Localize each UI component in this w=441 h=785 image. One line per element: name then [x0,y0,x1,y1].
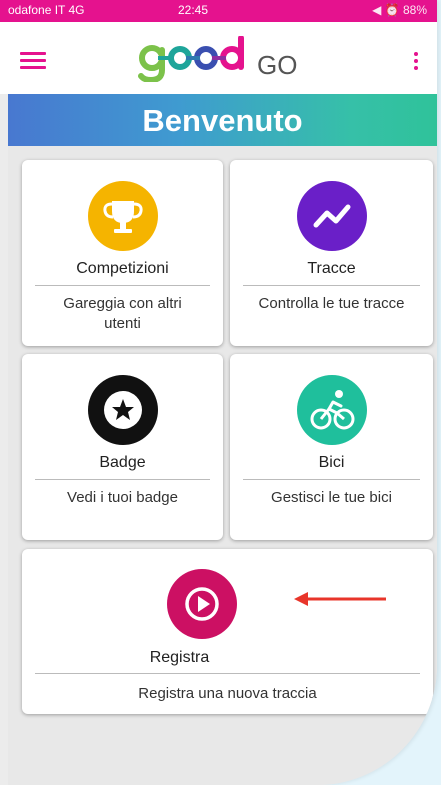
card-competitions[interactable]: Competizioni Gareggia con altri utenti [22,160,223,346]
app-bar: GO [0,22,437,94]
card-title: Bici [318,454,345,471]
card-description: Controlla le tue tracce [258,295,405,312]
divider [35,673,420,674]
card-description: Vedi i tuoi badge [67,489,178,506]
clock: 22:45 [178,3,209,17]
menu-icon[interactable] [20,52,46,70]
card-title: Competizioni [76,260,169,277]
card-title: Registra [149,649,210,666]
status-bar: odafone IT 4G 22:45 ◀ ⏰ 88% [0,0,437,22]
goodgo-logo [138,36,244,82]
phone-screen: odafone IT 4G 22:45 ◀ ⏰ 88% GO Benvenuto [0,0,437,785]
logo-text: GO [257,50,298,80]
card-description: Gestisci le tue bici [271,489,392,506]
more-options-icon[interactable] [414,52,418,73]
divider [243,285,420,286]
divider [35,479,210,480]
card-record[interactable]: Registra Registra una nuova traccia [22,549,433,714]
card-title: Badge [99,454,146,471]
divider [243,479,420,480]
card-description: Registra una nuova traccia [138,685,317,702]
welcome-banner: Benvenuto [8,94,437,146]
divider [35,285,210,286]
play-icon [166,569,237,639]
carrier-label: odafone IT 4G [8,3,85,17]
star-badge-icon [87,375,158,445]
card-title: Tracce [307,260,356,277]
card-description: Gareggia con altri utenti [63,295,182,332]
card-bikes[interactable]: Bici Gestisci le tue bici [230,354,433,540]
trophy-icon [87,181,158,251]
card-badge[interactable]: Badge Vedi i tuoi badge [22,354,223,540]
arrow-left-icon [294,592,386,606]
chart-line-icon [296,181,367,251]
bike-icon [296,375,367,445]
status-icons: ◀ ⏰ 88% [372,3,427,17]
card-tracks[interactable]: Tracce Controlla le tue tracce [230,160,433,346]
